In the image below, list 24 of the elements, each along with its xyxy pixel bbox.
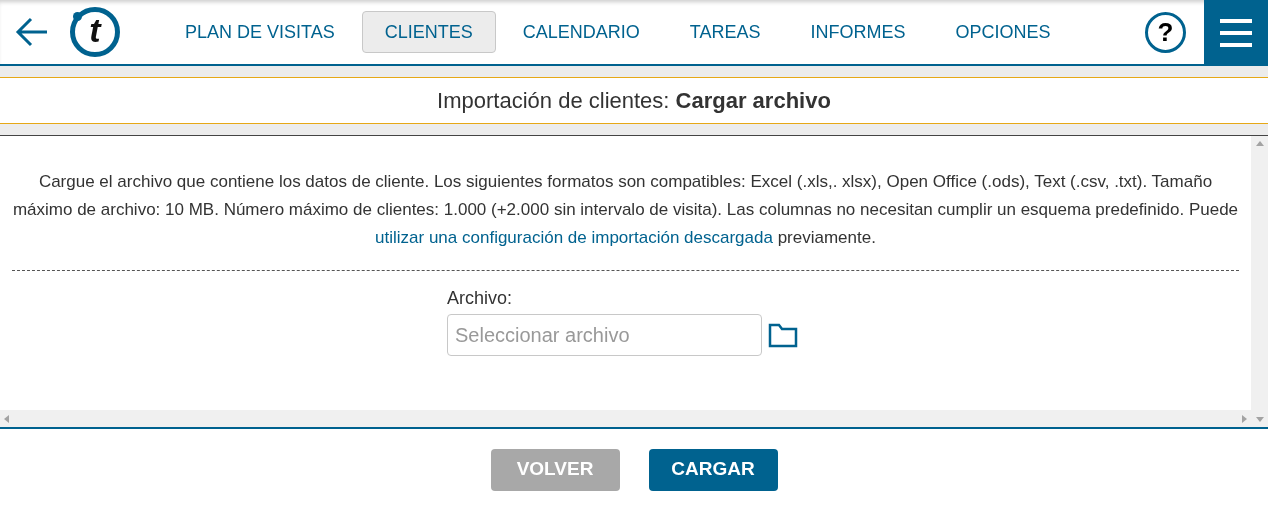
- nav-tab[interactable]: INFORMES: [787, 11, 929, 53]
- page-title: Importación de clientes: Cargar archivo: [437, 87, 831, 115]
- nav-tab[interactable]: TAREAS: [666, 11, 784, 53]
- help-button[interactable]: ?: [1145, 11, 1186, 53]
- back-arrow-icon: [15, 17, 49, 47]
- vertical-scrollbar[interactable]: [1251, 136, 1268, 427]
- scroll-left-icon: [4, 414, 9, 423]
- nav-tab[interactable]: PLAN DE VISITAS: [162, 11, 358, 53]
- scroll-down-icon: [1255, 417, 1264, 422]
- upload-button[interactable]: CARGAR: [648, 448, 778, 491]
- folder-icon[interactable]: [768, 322, 798, 348]
- logo: t: [70, 7, 120, 57]
- nav-tab[interactable]: CALENDARIO: [499, 11, 663, 53]
- menu-icon: [1220, 19, 1252, 47]
- horizontal-scrollbar[interactable]: [0, 410, 1251, 427]
- file-label: Archivo:: [447, 287, 513, 310]
- nav-tab[interactable]: OPCIONES: [932, 11, 1074, 53]
- menu-button[interactable]: [1204, 0, 1268, 66]
- scroll-up-icon: [1255, 141, 1264, 146]
- nav-tab[interactable]: CLIENTES: [361, 11, 496, 53]
- file-input-field[interactable]: Seleccionar archivo: [447, 314, 762, 356]
- import-config-link[interactable]: utilizar una configuración de importación descargada: [375, 228, 773, 247]
- description-text: Cargue el archivo que contiene los datos de cliente. Los siguientes formatos son compatibles: Excel (.xls,. xlsx), Open Office (.ods), Text (.csv, .txt). Tamaño máximo de archivo: 10 MB. Número máximo de clientes: 1.000 (+2.000 sin intervalo de visita). Las columnas no necesitan cumplir un esquema predefinido. Puede utilizar una configuración de importación descargada previamente.: [12, 171, 1239, 249]
- scroll-right-icon: [1242, 414, 1247, 423]
